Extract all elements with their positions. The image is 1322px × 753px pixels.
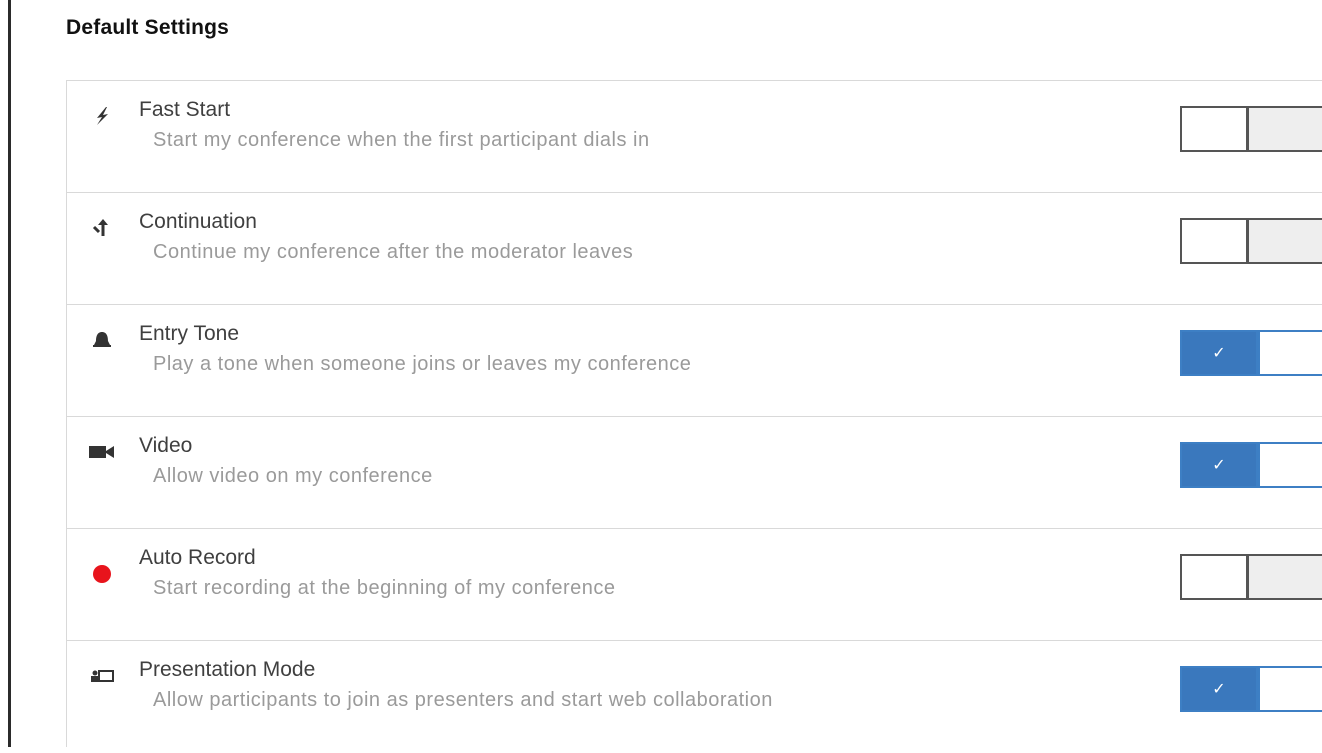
video-toggle[interactable]: ✓ (1180, 442, 1322, 488)
lightning-icon (89, 105, 115, 127)
setting-description: Allow video on my conference (153, 465, 433, 487)
continuation-toggle[interactable] (1180, 218, 1322, 264)
setting-title: Fast Start (139, 98, 231, 121)
settings-panel: Fast Start Start my conference when the … (66, 80, 1322, 747)
entry-tone-toggle[interactable]: ✓ (1180, 330, 1322, 376)
toggle-track (1249, 108, 1322, 150)
toggle-knob (1256, 668, 1260, 710)
setting-row-video: Video Allow video on my conference ✓ (67, 417, 1322, 529)
setting-title: Entry Tone (139, 322, 240, 345)
setting-title: Continuation (139, 210, 257, 233)
presentation-icon (89, 665, 115, 687)
auto-record-toggle[interactable] (1180, 554, 1322, 600)
toggle-knob (1256, 444, 1260, 486)
setting-description: Continue my conference after the moderat… (153, 241, 634, 263)
checkmark-icon: ✓ (1182, 668, 1256, 710)
setting-description: Start recording at the beginning of my c… (153, 577, 616, 599)
left-border-rule (8, 0, 11, 747)
section-title: Default Settings (66, 16, 230, 39)
record-dot-icon (89, 563, 115, 585)
setting-row-presentation-mode: Presentation Mode Allow participants to … (67, 641, 1322, 753)
toggle-knob (1256, 332, 1260, 374)
setting-title: Video (139, 434, 193, 457)
setting-title: Auto Record (139, 546, 256, 569)
setting-row-auto-record: Auto Record Start recording at the begin… (67, 529, 1322, 641)
checkmark-icon: ✓ (1182, 444, 1256, 486)
setting-row-entry-tone: Entry Tone Play a tone when someone join… (67, 305, 1322, 417)
bell-icon (89, 329, 115, 351)
setting-description: Start my conference when the first parti… (153, 129, 650, 151)
continuation-arrows-icon (89, 217, 115, 239)
setting-title: Presentation Mode (139, 658, 316, 681)
video-camera-icon (89, 441, 115, 463)
setting-description: Play a tone when someone joins or leaves… (153, 353, 692, 375)
presentation-mode-toggle[interactable]: ✓ (1180, 666, 1322, 712)
toggle-track (1249, 220, 1322, 262)
setting-description: Allow participants to join as presenters… (153, 689, 773, 711)
toggle-track (1249, 556, 1322, 598)
setting-row-fast-start: Fast Start Start my conference when the … (67, 81, 1322, 193)
fast-start-toggle[interactable] (1180, 106, 1322, 152)
checkmark-icon: ✓ (1182, 332, 1256, 374)
setting-row-continuation: Continuation Continue my conference afte… (67, 193, 1322, 305)
